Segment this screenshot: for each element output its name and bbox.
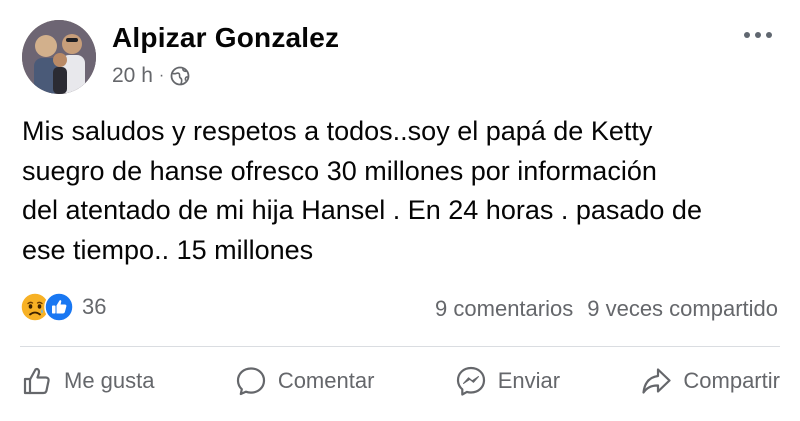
post-card: Alpizar Gonzalez 20 h · Mis saludos y re… [0,0,800,421]
share-label: Compartir [683,368,780,393]
more-dot [744,32,750,38]
divider [20,346,780,347]
globe-icon[interactable] [170,66,190,86]
post-text: Mis saludos y respetos a todos..soy el p… [22,116,702,265]
more-dot [766,32,772,38]
avatar-photo [22,20,96,94]
send-label: Enviar [497,368,561,393]
like-label: Me gusta [64,368,155,393]
reaction-count: 36 [82,294,107,319]
comment-button[interactable]: Comentar [234,364,375,398]
comment-icon [236,367,265,396]
more-dot [755,32,761,38]
action-bar: Me gusta Comentar Enviar Compartir [20,356,780,406]
comments-count[interactable]: 9 comentarios [435,296,573,322]
comment-label: Comentar [277,368,375,393]
meta-separator: · [158,67,165,84]
more-options-icon[interactable] [738,26,778,44]
thumbs-up-icon [23,367,50,395]
messenger-icon [456,366,485,396]
share-button[interactable]: Compartir [639,364,780,398]
avatar[interactable] [22,20,96,94]
like-reaction-icon [44,292,74,322]
post-meta: 20 h · [112,64,190,88]
reactions-summary[interactable]: 36 [20,292,106,322]
shares-count[interactable]: 9 veces compartido [587,296,778,322]
share-icon [642,368,671,394]
like-button[interactable]: Me gusta [20,364,155,398]
author-name[interactable]: Alpizar Gonzalez [112,22,339,54]
timestamp[interactable]: 20 h [112,64,153,88]
send-button[interactable]: Enviar [454,364,560,398]
engagement-stats: 9 comentarios 9 veces compartido [435,296,778,322]
